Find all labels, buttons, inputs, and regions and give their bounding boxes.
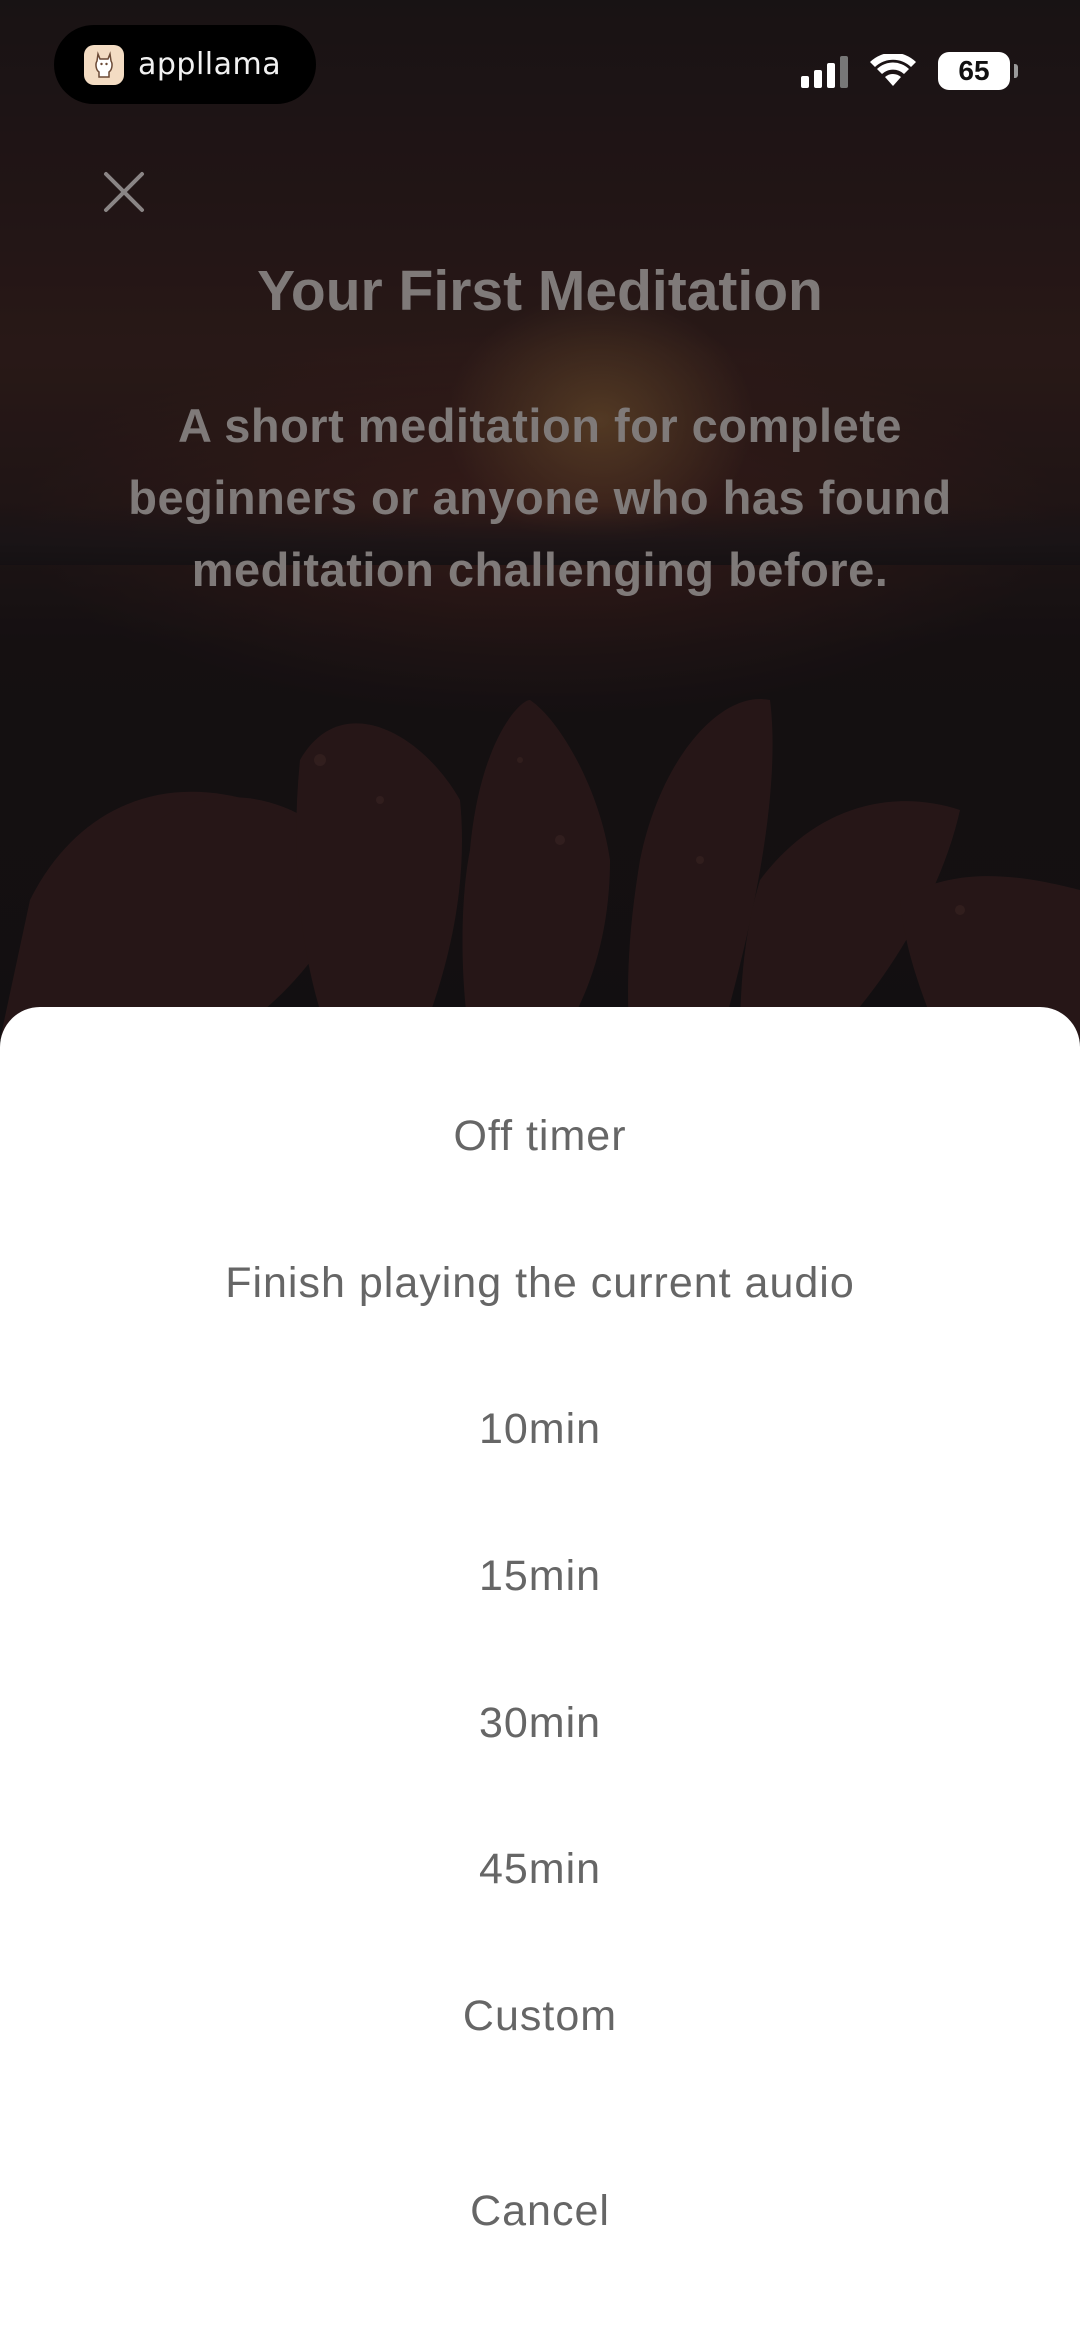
- option-30min[interactable]: 30min: [0, 1699, 1080, 1748]
- close-button[interactable]: [92, 160, 156, 224]
- page-description: A short meditation for complete beginner…: [40, 390, 1040, 606]
- app-name: appllama: [138, 47, 282, 82]
- option-45min[interactable]: 45min: [0, 1845, 1080, 1894]
- option-finish-current-audio[interactable]: Finish playing the current audio: [0, 1259, 1080, 1308]
- option-off-timer[interactable]: Off timer: [0, 1112, 1080, 1161]
- cellular-signal-icon: [801, 54, 848, 88]
- page-title: Your First Meditation: [257, 259, 823, 323]
- option-15min[interactable]: 15min: [0, 1552, 1080, 1601]
- battery-percentage: 65: [958, 55, 990, 86]
- llama-logo-icon: [84, 44, 124, 85]
- system-status: 65: [801, 52, 1018, 90]
- option-custom[interactable]: Custom: [0, 1992, 1080, 2041]
- description-line: meditation challenging before.: [191, 543, 889, 596]
- wifi-icon: [870, 54, 916, 86]
- sleep-timer-sheet: Off timer Finish playing the current aud…: [0, 1007, 1080, 2337]
- option-10min[interactable]: 10min: [0, 1405, 1080, 1454]
- description-line: A short meditation for complete: [177, 399, 903, 452]
- description-line: beginners or anyone who has found: [128, 471, 952, 524]
- cancel-button[interactable]: Cancel: [0, 2187, 1080, 2236]
- close-icon: [104, 172, 144, 212]
- battery-icon: 65: [938, 52, 1018, 90]
- app-pill: appllama: [54, 25, 316, 104]
